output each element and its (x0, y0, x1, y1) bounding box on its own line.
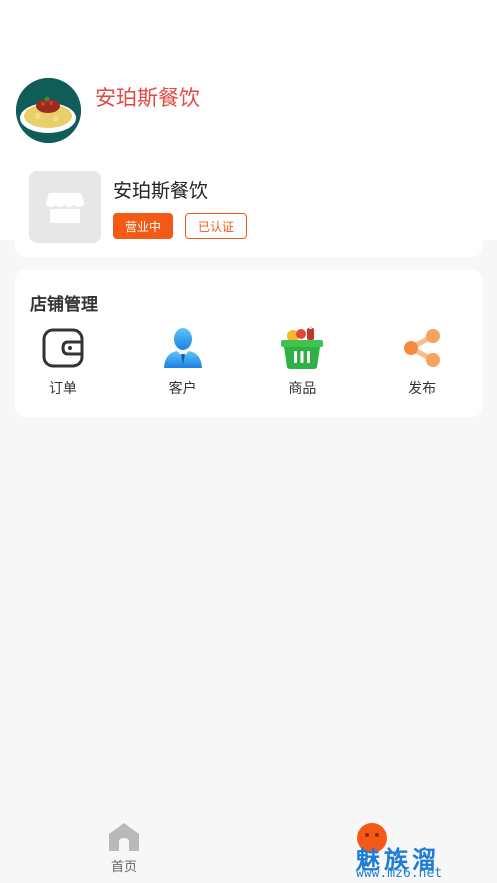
menu-label: 订单 (48, 381, 77, 397)
nav-home[interactable]: 首页 (100, 822, 148, 875)
menu-label: 客户 (168, 381, 197, 397)
menu-label: 商品 (288, 381, 317, 397)
store-icon (46, 193, 84, 223)
home-icon (109, 823, 139, 851)
basket-icon (280, 326, 324, 370)
user-icon (161, 326, 205, 370)
menu-label: 发布 (408, 381, 437, 397)
profile-header: 安珀斯餐饮 (16, 78, 200, 143)
nav-home-label: 首页 (110, 860, 137, 875)
store-thumbnail (29, 171, 101, 243)
section-title: 店铺管理 (30, 295, 98, 315)
page: 安珀斯餐饮 安珀斯餐饮 营业中 已认证 店铺管理 订单 客户 商品 发布 首页 … (0, 0, 497, 883)
food-image-icon (16, 78, 81, 143)
management-menu: 订单 客户 商品 发布 (15, 326, 482, 398)
menu-item-customers[interactable]: 客户 (123, 326, 243, 398)
shop-title: 安珀斯餐饮 (95, 85, 200, 110)
shop-name: 安珀斯餐饮 (113, 180, 209, 202)
avatar[interactable] (16, 78, 81, 143)
watermark-url: www.mz6.net (356, 866, 443, 881)
verified-badge: 已认证 (185, 213, 247, 239)
share-icon (400, 326, 444, 370)
status-badge: 营业中 (113, 213, 173, 239)
store-management-card: 店铺管理 订单 客户 商品 发布 (15, 270, 482, 417)
shop-card[interactable]: 安珀斯餐饮 营业中 已认证 (15, 160, 482, 257)
wallet-icon (41, 326, 85, 370)
menu-item-publish[interactable]: 发布 (362, 326, 482, 398)
menu-item-orders[interactable]: 订单 (3, 326, 123, 398)
menu-item-products[interactable]: 商品 (243, 326, 363, 398)
